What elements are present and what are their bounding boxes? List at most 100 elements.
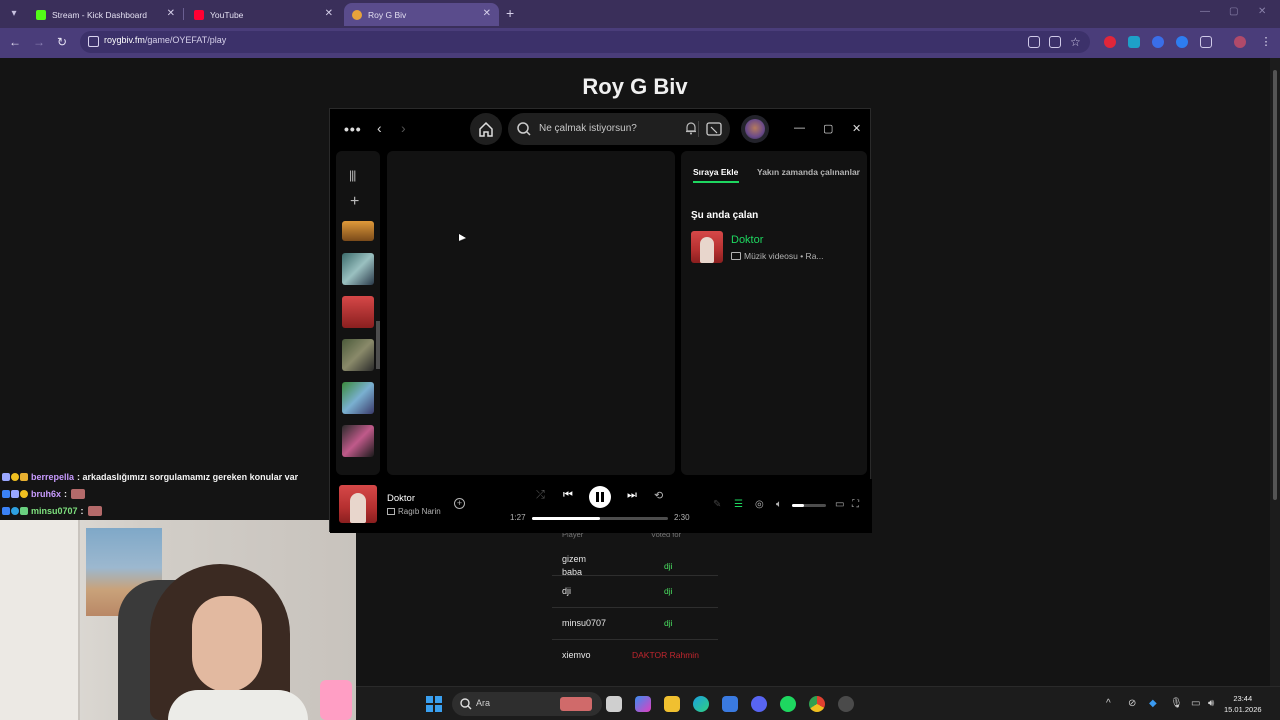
player-cover[interactable] <box>339 485 377 523</box>
spotify-close-icon[interactable]: ✕ <box>852 122 861 135</box>
music-video-icon <box>731 252 741 260</box>
now-playing-cover[interactable] <box>691 231 723 263</box>
tray-display-icon[interactable]: ▭ <box>1191 698 1200 709</box>
install-app-icon[interactable] <box>1028 36 1040 48</box>
library-item-cover[interactable] <box>342 382 374 414</box>
tray-overflow-icon[interactable]: ^ <box>1106 698 1111 709</box>
fullscreen-icon[interactable]: ⛶ <box>852 499 859 510</box>
page-scrollbar[interactable] <box>1270 58 1280 686</box>
minimize-window-icon[interactable]: — <box>1200 6 1210 17</box>
windows-start-button[interactable] <box>426 696 442 712</box>
create-playlist-icon[interactable]: + <box>350 193 359 211</box>
back-arrow-icon[interactable]: ← <box>8 35 22 49</box>
coin-badge-icon <box>20 489 28 498</box>
volume-slider[interactable] <box>792 504 826 507</box>
tab-roy-g-biv[interactable]: Roy G Biv ✕ <box>344 3 499 26</box>
spotify-profile-avatar[interactable] <box>741 115 769 143</box>
lyrics-icon[interactable]: ✎ <box>713 499 721 510</box>
next-track-icon[interactable]: ⏭ <box>627 489 637 502</box>
spotify-library-sidebar: ||| + <box>336 151 380 475</box>
library-item-cover[interactable] <box>342 253 374 285</box>
shuffle-icon[interactable]: ⤮ <box>536 489 545 502</box>
chat-username[interactable]: berrepella <box>31 472 74 482</box>
scrollbar-thumb[interactable] <box>1273 70 1277 500</box>
add-to-library-icon[interactable]: + <box>454 498 465 509</box>
reload-icon[interactable]: ↻ <box>55 35 69 49</box>
pause-button[interactable] <box>589 486 611 508</box>
close-tab-icon[interactable]: ✕ <box>325 8 333 19</box>
browser-menu-icon[interactable]: ⋮ <box>1260 36 1272 48</box>
forward-arrow-icon[interactable]: → <box>32 35 46 49</box>
player-track-title[interactable]: Doktor <box>387 493 415 504</box>
notifications-bell-icon[interactable] <box>685 121 697 138</box>
mini-player-icon[interactable]: ▭ <box>835 499 844 510</box>
tab-search-menu-icon[interactable]: ▾ <box>6 6 22 22</box>
edge-browser-icon[interactable] <box>693 696 709 712</box>
spotify-minimize-icon[interactable]: — <box>794 122 805 134</box>
previous-track-icon[interactable]: ⏮ <box>563 489 573 502</box>
taskbar-clock[interactable]: 23:44 15.01.2026 <box>1224 693 1262 715</box>
now-playing-title[interactable]: Doktor <box>731 234 763 246</box>
extension-sound-icon[interactable] <box>1152 36 1164 48</box>
chrome-icon[interactable] <box>809 696 825 712</box>
file-explorer-icon[interactable] <box>664 696 680 712</box>
extension-red-icon[interactable] <box>1104 36 1116 48</box>
progress-bar[interactable] <box>532 517 668 520</box>
url-text: roygbiv.fm/game/OYEFAT/play <box>104 35 227 45</box>
address-bar[interactable]: roygbiv.fm/game/OYEFAT/play <box>80 31 1090 53</box>
tab-recently-played[interactable]: Yakın zamanda çalınanlar <box>757 167 860 177</box>
vote-choice: DAKTOR Rahmin <box>632 650 699 660</box>
tab-youtube[interactable]: YouTube ✕ <box>186 3 341 26</box>
discord-icon[interactable] <box>751 696 767 712</box>
extension-blue-icon[interactable] <box>1176 36 1188 48</box>
tray-speaker-icon[interactable]: 🔊︎ <box>1208 698 1214 709</box>
spotify-taskbar-icon[interactable] <box>780 696 796 712</box>
chat-username[interactable]: minsu0707 <box>31 506 78 516</box>
spotify-maximize-icon[interactable]: ▢ <box>823 122 833 135</box>
library-item-cover[interactable] <box>342 296 374 328</box>
library-icon[interactable]: ||| <box>349 168 356 182</box>
chat-text: : <box>64 488 68 499</box>
browse-icon[interactable] <box>705 121 723 137</box>
maximize-window-icon[interactable]: ▢ <box>1229 6 1238 17</box>
app-icon[interactable] <box>838 696 854 712</box>
spotify-back-icon[interactable]: ‹ <box>377 120 382 136</box>
spotify-forward-icon[interactable]: › <box>401 120 406 136</box>
library-item-cover[interactable] <box>342 425 374 457</box>
microsoft-store-icon[interactable] <box>722 696 738 712</box>
player-artist[interactable]: Ragıb Narin <box>387 507 441 516</box>
webcam-door <box>0 520 80 720</box>
library-scrollbar[interactable] <box>376 321 380 369</box>
extensions-puzzle-icon[interactable] <box>1200 36 1212 48</box>
task-view-icon[interactable] <box>606 696 622 712</box>
profile-avatar[interactable] <box>1234 36 1246 48</box>
queue-icon[interactable]: ☰ <box>734 499 743 510</box>
tray-app-icon[interactable]: ◆ <box>1149 698 1157 709</box>
library-item-cover[interactable] <box>342 221 374 241</box>
close-window-icon[interactable]: ✕ <box>1258 6 1266 17</box>
translate-icon[interactable] <box>1049 36 1061 48</box>
tab-title: Roy G Biv <box>368 9 407 20</box>
site-info-icon[interactable] <box>88 36 99 47</box>
extension-seven-tv-icon[interactable] <box>1128 36 1140 48</box>
library-item-cover[interactable] <box>342 339 374 371</box>
bookmark-star-icon[interactable]: ☆ <box>1070 36 1082 48</box>
repeat-icon[interactable]: ⟲ <box>654 489 663 502</box>
clock-date: 15.01.2026 <box>1224 705 1262 714</box>
volume-icon[interactable]: 🔈︎ <box>776 499 782 510</box>
tab-kick-dashboard[interactable]: Stream - Kick Dashboard ✕ <box>28 3 183 26</box>
spotify-home-button[interactable] <box>470 113 502 145</box>
cover-figure <box>700 237 714 263</box>
sub-badge-icon <box>2 489 10 498</box>
close-tab-icon[interactable]: ✕ <box>167 8 175 19</box>
taskbar-search[interactable]: Ara <box>452 692 602 716</box>
tray-network-icon[interactable]: ⊘ <box>1128 698 1136 709</box>
spotify-menu-icon[interactable]: ••• <box>344 121 362 137</box>
connect-device-icon[interactable]: ◎ <box>755 499 764 510</box>
tab-queue[interactable]: Sıraya Ekle <box>693 167 738 177</box>
close-tab-icon[interactable]: ✕ <box>483 8 491 19</box>
copilot-icon[interactable] <box>635 696 651 712</box>
chat-username[interactable]: bruh6x <box>31 489 61 499</box>
new-tab-button[interactable]: + <box>506 5 514 21</box>
tray-microphone-icon[interactable]: 🎙︎ <box>1170 698 1183 709</box>
